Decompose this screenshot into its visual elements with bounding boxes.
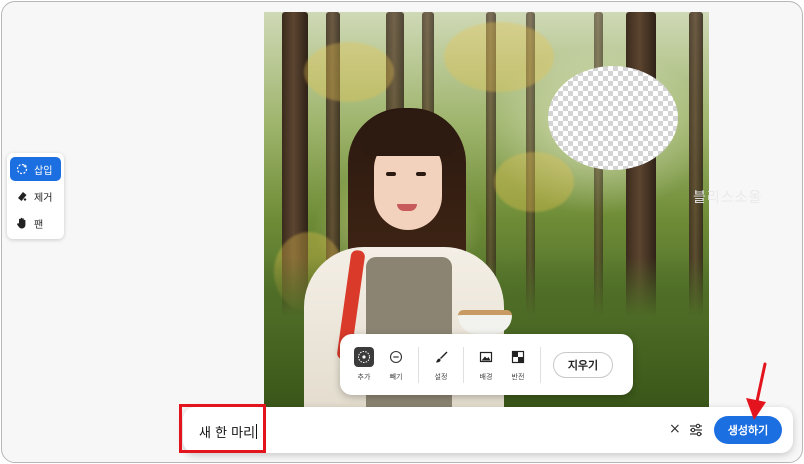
invert-label: 반전 xyxy=(511,373,525,381)
tool-pan-label: 팬 xyxy=(34,219,44,231)
tool-pan[interactable]: 팬 xyxy=(10,211,61,235)
invert-icon xyxy=(511,350,525,364)
toolbar-divider xyxy=(418,346,419,383)
tool-remove[interactable]: 제거 xyxy=(10,184,61,208)
brush-add-icon xyxy=(358,351,370,363)
pointer-arrow-icon xyxy=(746,362,767,420)
minus-circle-icon xyxy=(389,350,403,364)
clear-prompt-button[interactable]: × xyxy=(669,421,681,437)
sliders-icon[interactable] xyxy=(688,422,704,438)
hand-icon xyxy=(17,217,26,229)
brush-settings-button[interactable]: 설정 xyxy=(425,347,457,382)
erase-button[interactable]: 지우기 xyxy=(553,351,613,378)
brush-add-button[interactable]: 추가 xyxy=(348,347,380,382)
brush-toolbar: 추가 빼기 설정 배경 반전 지우기 xyxy=(340,334,633,395)
image-icon xyxy=(479,351,493,363)
tool-insert[interactable]: 삽입 xyxy=(10,157,61,181)
coffee-cup xyxy=(458,310,512,334)
tool-insert-label: 삽입 xyxy=(34,165,53,177)
brush-icon xyxy=(436,351,448,363)
invert-button[interactable]: 반전 xyxy=(502,347,534,382)
toolbar-divider xyxy=(540,346,541,383)
highlight-box xyxy=(179,404,266,453)
background-button[interactable]: 배경 xyxy=(470,347,502,382)
erased-mask-area xyxy=(548,66,678,170)
brush-subtract-label: 빼기 xyxy=(389,373,403,381)
tool-panel: 삽입 제거 팬 xyxy=(7,153,64,239)
brush-subtract-button[interactable]: 빼기 xyxy=(380,347,412,382)
prompt-bar: 새 한 마리 × 생성하기 xyxy=(183,407,793,453)
toolbar-divider xyxy=(463,346,464,383)
tool-remove-label: 제거 xyxy=(34,192,53,204)
sparkle-select-icon xyxy=(16,163,28,175)
background-label: 배경 xyxy=(479,373,493,381)
brush-add-label: 추가 xyxy=(357,373,371,381)
eraser-icon xyxy=(18,192,27,201)
brush-settings-label: 설정 xyxy=(434,373,448,381)
watermark-text: 블리스소울 xyxy=(693,190,763,206)
